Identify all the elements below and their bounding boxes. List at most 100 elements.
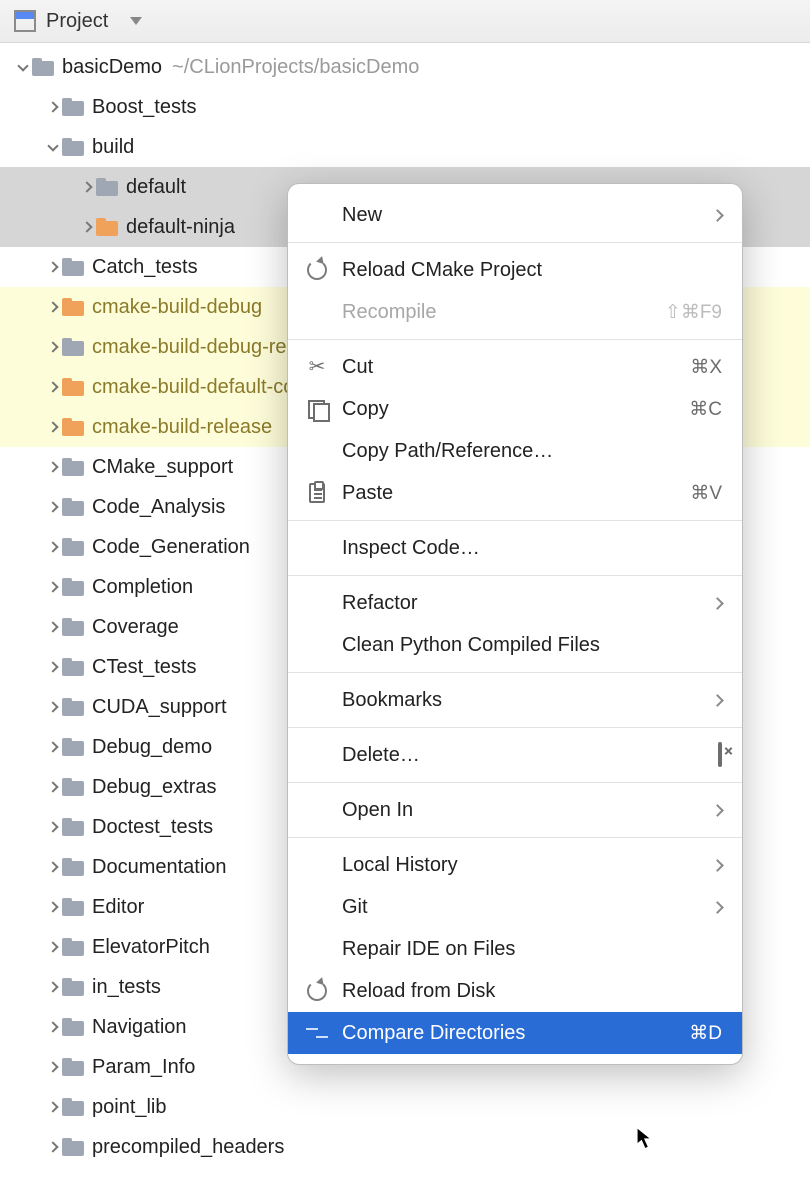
tree-item[interactable]: build [0, 127, 810, 167]
folder-icon [96, 178, 118, 196]
folder-icon [62, 1098, 84, 1116]
expand-toggle[interactable] [44, 1018, 62, 1036]
copy-icon [306, 398, 328, 420]
expand-toggle[interactable] [44, 818, 62, 836]
menu-label: Clean Python Compiled Files [342, 634, 722, 657]
menu-label: Local History [342, 854, 699, 877]
menu-separator [288, 520, 742, 521]
expand-toggle[interactable] [78, 218, 96, 236]
folder-icon [62, 698, 84, 716]
tree-label: Code_Generation [92, 536, 250, 559]
expand-toggle[interactable] [44, 1138, 62, 1156]
tree-label: cmake-build-release [92, 416, 272, 439]
tree-label: CMake_support [92, 456, 233, 479]
folder-icon [62, 338, 84, 356]
project-label: Project [46, 10, 108, 33]
menu-cut[interactable]: ✂ Cut ⌘X [288, 346, 742, 388]
menu-separator [288, 782, 742, 783]
compare-icon [306, 1022, 328, 1044]
expand-toggle[interactable] [44, 778, 62, 796]
expand-toggle[interactable] [44, 738, 62, 756]
tree-label: Boost_tests [92, 96, 197, 119]
folder-icon [62, 658, 84, 676]
expand-toggle[interactable] [44, 258, 62, 276]
menu-paste[interactable]: Paste ⌘V [288, 472, 742, 514]
tree-label: basicDemo [62, 56, 162, 79]
menu-label: Cut [342, 356, 676, 379]
folder-icon [96, 218, 118, 236]
menu-separator [288, 575, 742, 576]
tree-item[interactable]: precompiled_headers [0, 1127, 810, 1167]
expand-toggle[interactable] [44, 538, 62, 556]
menu-refactor[interactable]: Refactor [288, 582, 742, 624]
submenu-arrow-icon [711, 694, 724, 707]
folder-icon [62, 138, 84, 156]
expand-toggle[interactable] [44, 858, 62, 876]
menu-local-history[interactable]: Local History [288, 844, 742, 886]
expand-toggle[interactable] [44, 658, 62, 676]
tree-label: in_tests [92, 976, 161, 999]
expand-toggle[interactable] [44, 458, 62, 476]
folder-icon [62, 578, 84, 596]
project-toolbar[interactable]: Project [0, 0, 810, 43]
expand-toggle[interactable] [44, 618, 62, 636]
expand-toggle[interactable] [44, 578, 62, 596]
expand-toggle[interactable] [78, 178, 96, 196]
tree-label: Code_Analysis [92, 496, 225, 519]
folder-icon [62, 298, 84, 316]
folder-icon [62, 378, 84, 396]
dropdown-arrow-icon[interactable] [130, 17, 142, 25]
expand-toggle[interactable] [14, 58, 32, 76]
expand-toggle[interactable] [44, 898, 62, 916]
expand-toggle[interactable] [44, 978, 62, 996]
expand-toggle[interactable] [44, 338, 62, 356]
menu-reload-cmake[interactable]: Reload CMake Project [288, 249, 742, 291]
folder-icon [62, 618, 84, 636]
tree-label: CUDA_support [92, 696, 227, 719]
menu-new[interactable]: New [288, 194, 742, 236]
project-icon [14, 10, 36, 32]
menu-bookmarks[interactable]: Bookmarks [288, 679, 742, 721]
menu-repair[interactable]: Repair IDE on Files [288, 928, 742, 970]
menu-label: Copy Path/Reference… [342, 440, 722, 463]
expand-toggle[interactable] [44, 938, 62, 956]
tree-label: cmake-build-debug [92, 296, 262, 319]
shortcut: ⌘C [689, 398, 722, 421]
menu-clean-python[interactable]: Clean Python Compiled Files [288, 624, 742, 666]
tree-label: default-ninja [126, 216, 235, 239]
menu-copy[interactable]: Copy ⌘C [288, 388, 742, 430]
menu-label: Open In [342, 799, 699, 822]
expand-toggle[interactable] [44, 138, 62, 156]
tree-label: CTest_tests [92, 656, 196, 679]
folder-icon [62, 778, 84, 796]
menu-git[interactable]: Git [288, 886, 742, 928]
shortcut: ⌘D [689, 1022, 722, 1045]
tree-item[interactable]: Boost_tests [0, 87, 810, 127]
folder-icon [62, 98, 84, 116]
menu-compare-directories[interactable]: Compare Directories ⌘D [288, 1012, 742, 1054]
expand-toggle[interactable] [44, 1098, 62, 1116]
menu-separator [288, 727, 742, 728]
menu-reload-disk[interactable]: Reload from Disk [288, 970, 742, 1012]
menu-inspect[interactable]: Inspect Code… [288, 527, 742, 569]
expand-toggle[interactable] [44, 298, 62, 316]
expand-toggle[interactable] [44, 698, 62, 716]
tree-label: Editor [92, 896, 144, 919]
tree-root[interactable]: basicDemo ~/CLionProjects/basicDemo [0, 47, 810, 87]
expand-toggle[interactable] [44, 378, 62, 396]
expand-toggle[interactable] [44, 98, 62, 116]
expand-toggle[interactable] [44, 498, 62, 516]
menu-label: Inspect Code… [342, 537, 722, 560]
expand-toggle[interactable] [44, 1058, 62, 1076]
menu-label: Paste [342, 482, 676, 505]
tree-label: Catch_tests [92, 256, 198, 279]
shortcut: ⇧⌘F9 [665, 301, 722, 324]
folder-icon [62, 418, 84, 436]
menu-copy-path[interactable]: Copy Path/Reference… [288, 430, 742, 472]
menu-delete[interactable]: Delete… [288, 734, 742, 776]
tree-item[interactable]: point_lib [0, 1087, 810, 1127]
expand-toggle[interactable] [44, 418, 62, 436]
folder-icon [62, 1058, 84, 1076]
menu-open-in[interactable]: Open In [288, 789, 742, 831]
folder-icon [62, 458, 84, 476]
